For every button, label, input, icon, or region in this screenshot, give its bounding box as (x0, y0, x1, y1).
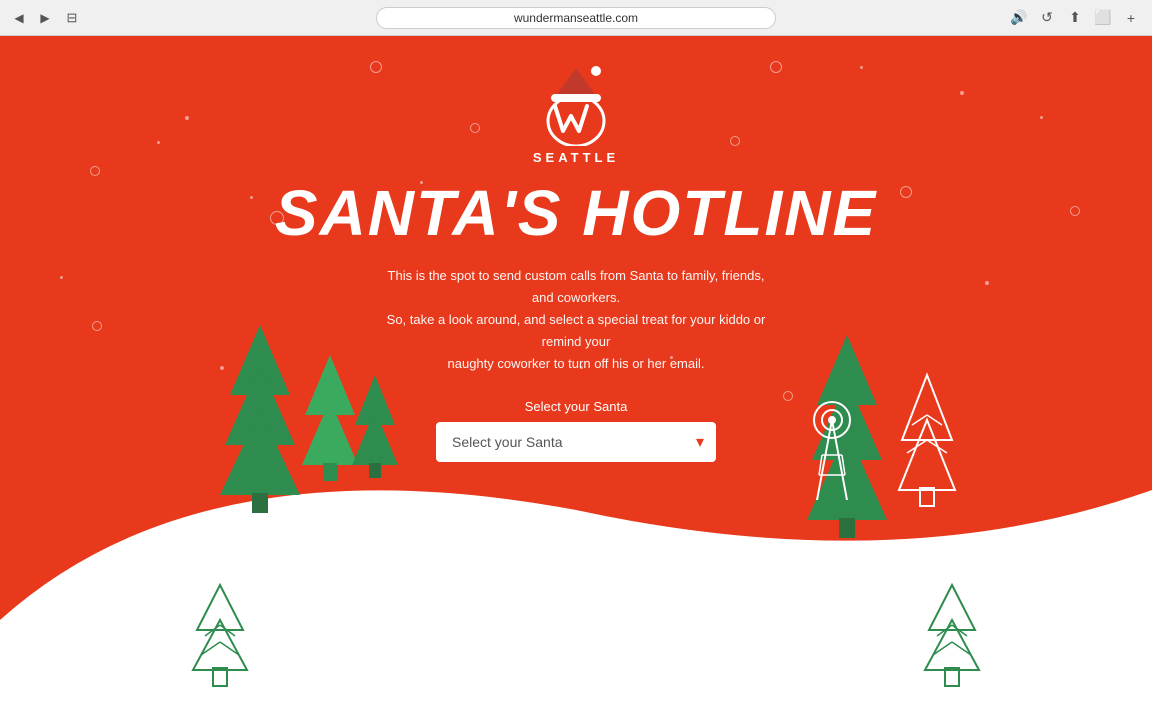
browser-toolbar: ◀ ▶ ⊟ wundermanseattle.com 🔊 ↺ ⬆ ⬜ + (0, 0, 1152, 36)
subtitle: This is the spot to send custom calls fr… (376, 265, 776, 375)
url-text: wundermanseattle.com (514, 11, 638, 25)
back-button[interactable]: ◀ (10, 9, 28, 27)
browser-right-controls: 🔊 ↺ ⬆ ⬜ + (1008, 7, 1142, 29)
refresh-icon[interactable]: ↺ (1036, 7, 1058, 29)
radio-tower (792, 390, 872, 510)
bottom-right-tree (907, 580, 997, 700)
logo-svg (541, 66, 611, 146)
audio-icon[interactable]: 🔊 (1008, 7, 1030, 29)
url-bar[interactable]: wundermanseattle.com (376, 7, 776, 29)
logo-container: SEATTLE (533, 66, 619, 165)
forward-button[interactable]: ▶ (36, 9, 54, 27)
main-content: SEATTLE SANTA'S HOTLINE This is the spot… (0, 36, 1152, 462)
left-trees (200, 315, 400, 535)
page-content: SEATTLE SANTA'S HOTLINE This is the spot… (0, 36, 1152, 720)
logo-text: SEATTLE (533, 150, 619, 165)
tab-icon[interactable]: ⬜ (1092, 7, 1114, 29)
sidebar-icon: ⊟ (62, 8, 82, 28)
select-label: Select your Santa (525, 399, 628, 414)
share-icon[interactable]: ⬆ (1064, 7, 1086, 29)
santa-select-wrapper[interactable]: Select your Santa Santa Claus Mrs. Claus… (436, 422, 716, 462)
new-tab-icon[interactable]: + (1120, 7, 1142, 29)
page-title: SANTA'S HOTLINE (275, 181, 877, 245)
bottom-left-tree (175, 580, 265, 700)
santa-select[interactable]: Select your Santa Santa Claus Mrs. Claus… (436, 422, 716, 462)
